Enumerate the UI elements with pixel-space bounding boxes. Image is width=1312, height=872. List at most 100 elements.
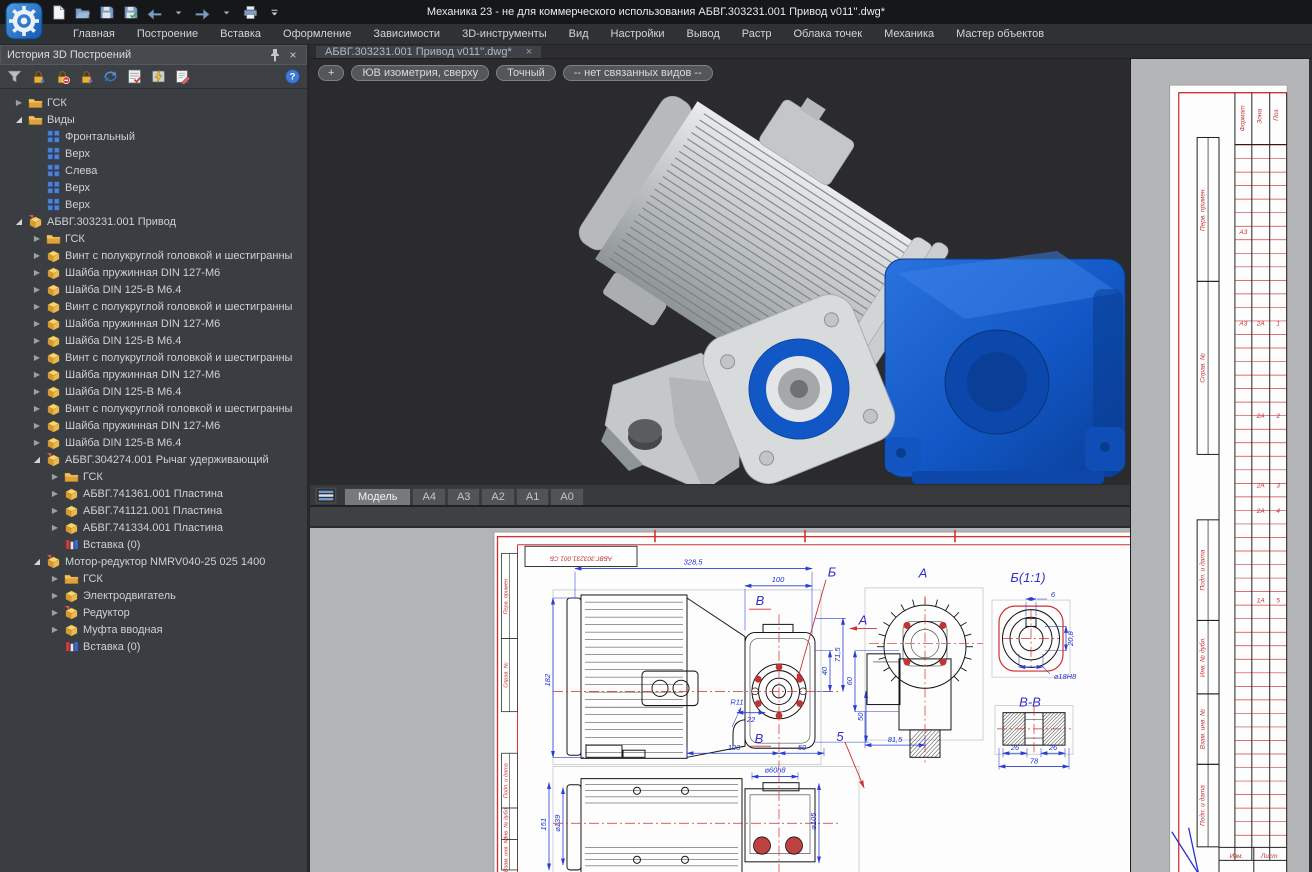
lightning-icon[interactable] <box>150 68 167 85</box>
open-file-icon[interactable] <box>72 2 92 22</box>
menu-item-1[interactable]: Главная <box>62 24 126 45</box>
layout-tab-А2[interactable]: А2 <box>481 488 514 505</box>
tree-item-8[interactable]: ◢АБВГ.303231.001 Привод <box>0 213 307 230</box>
customize-icon[interactable] <box>264 2 284 22</box>
expand-arrow-icon[interactable]: ▶ <box>10 98 28 107</box>
help-icon[interactable]: ? <box>284 68 301 85</box>
expand-arrow-icon[interactable]: ▶ <box>46 625 64 634</box>
save-all-icon[interactable] <box>120 2 140 22</box>
tree-item-27[interactable]: Вставка (0) <box>0 536 307 553</box>
tree-item-5[interactable]: Слева <box>0 162 307 179</box>
expand-arrow-icon[interactable]: ▶ <box>28 268 46 277</box>
menu-item-8[interactable]: Настройки <box>600 24 676 45</box>
expand-arrow-icon[interactable]: ▶ <box>28 438 46 447</box>
tree-item-20[interactable]: ▶Шайба пружинная DIN 127-М6 <box>0 417 307 434</box>
tree-item-1[interactable]: ▶ГСК <box>0 94 307 111</box>
tree-item-13[interactable]: ▶Винт с полукруглой головкой и шестигран… <box>0 298 307 315</box>
undo-more-icon[interactable] <box>168 2 188 22</box>
tree-item-28[interactable]: ◢Мотор-редуктор NMRV040-25 025 1400 <box>0 553 307 570</box>
expand-arrow-icon[interactable]: ▶ <box>28 234 46 243</box>
tree-item-11[interactable]: ▶Шайба пружинная DIN 127-М6 <box>0 264 307 281</box>
3d-model-view[interactable] <box>310 59 1130 484</box>
tab-close-icon[interactable]: × <box>526 46 532 58</box>
expand-arrow-icon[interactable]: ▶ <box>28 302 46 311</box>
tree-item-9[interactable]: ▶ГСК <box>0 230 307 247</box>
viewport-splitter[interactable] <box>310 505 1130 528</box>
layout-tab-А3[interactable]: А3 <box>447 488 480 505</box>
tree-item-18[interactable]: ▶Шайба DIN 125-В М6.4 <box>0 383 307 400</box>
layout-tab-А1[interactable]: А1 <box>516 488 549 505</box>
collapse-arrow-icon[interactable]: ◢ <box>28 455 46 464</box>
expand-arrow-icon[interactable]: ▶ <box>28 370 46 379</box>
menu-item-4[interactable]: Оформление <box>272 24 362 45</box>
tree-item-16[interactable]: ▶Винт с полукруглой головкой и шестигран… <box>0 349 307 366</box>
menu-item-3[interactable]: Вставка <box>209 24 272 45</box>
layout-tab-Модель[interactable]: Модель <box>344 488 411 505</box>
tree-item-29[interactable]: ▶ГСК <box>0 570 307 587</box>
tree-item-32[interactable]: ▶Муфта вводная <box>0 621 307 638</box>
document-tab[interactable]: АБВГ.303231.001 Привод v011''.dwg* × <box>315 45 542 58</box>
undo-icon[interactable] <box>144 2 164 22</box>
expand-arrow-icon[interactable]: ▶ <box>46 591 64 600</box>
new-file-icon[interactable] <box>48 2 68 22</box>
viewport-2d[interactable]: Перв. примен.Справ. №Подп. и датаИнв. № … <box>310 528 1130 872</box>
tree-item-12[interactable]: ▶Шайба DIN 125-В М6.4 <box>0 281 307 298</box>
expand-arrow-icon[interactable]: ▶ <box>46 506 64 515</box>
tree-item-19[interactable]: ▶Винт с полукруглой головкой и шестигран… <box>0 400 307 417</box>
expand-arrow-icon[interactable]: ▶ <box>28 387 46 396</box>
sync-icon[interactable] <box>102 68 119 85</box>
lock-down-icon[interactable] <box>30 68 47 85</box>
tree-item-7[interactable]: Верх <box>0 196 307 213</box>
expand-arrow-icon[interactable]: ▶ <box>46 472 64 481</box>
close-icon[interactable]: × <box>286 48 300 62</box>
expand-arrow-icon[interactable]: ▶ <box>28 285 46 294</box>
save-icon[interactable] <box>96 2 116 22</box>
tree-item-33[interactable]: Вставка (0) <box>0 638 307 655</box>
lock-up-icon[interactable] <box>78 68 95 85</box>
tree-item-25[interactable]: ▶АБВГ.741121.001 Пластина <box>0 502 307 519</box>
tree-item-31[interactable]: ▶Редуктор <box>0 604 307 621</box>
menu-item-11[interactable]: Облака точек <box>783 24 874 45</box>
menu-item-5[interactable]: Зависимости <box>362 24 451 45</box>
layout-tab-А0[interactable]: А0 <box>550 488 583 505</box>
print-icon[interactable] <box>240 2 260 22</box>
layout-tab-А4[interactable]: А4 <box>412 488 445 505</box>
expand-arrow-icon[interactable]: ▶ <box>46 608 64 617</box>
menu-item-9[interactable]: Вывод <box>675 24 730 45</box>
tree-item-30[interactable]: ▶Электродвигатель <box>0 587 307 604</box>
expand-arrow-icon[interactable]: ▶ <box>46 574 64 583</box>
tree-item-17[interactable]: ▶Шайба пружинная DIN 127-М6 <box>0 366 307 383</box>
expand-arrow-icon[interactable]: ▶ <box>28 319 46 328</box>
viewport-plus-button[interactable]: + <box>318 65 344 81</box>
redo-icon[interactable] <box>192 2 212 22</box>
menu-item-6[interactable]: 3D-инструменты <box>451 24 558 45</box>
expand-arrow-icon[interactable]: ▶ <box>28 421 46 430</box>
tree-item-6[interactable]: Верх <box>0 179 307 196</box>
tree-item-15[interactable]: ▶Шайба DIN 125-В М6.4 <box>0 332 307 349</box>
collapse-arrow-icon[interactable]: ◢ <box>10 217 28 226</box>
tree-item-14[interactable]: ▶Шайба пружинная DIN 127-М6 <box>0 315 307 332</box>
collapse-arrow-icon[interactable]: ◢ <box>28 557 46 566</box>
specification-pane[interactable]: ФорматЗонаПоз.Перв. примен.Справ. №Подп.… <box>1130 59 1309 872</box>
checklist-icon[interactable] <box>126 68 143 85</box>
tree-item-3[interactable]: Фронтальный <box>0 128 307 145</box>
visual-style-button[interactable]: Точный <box>496 65 556 81</box>
menu-item-2[interactable]: Построение <box>126 24 209 45</box>
tree-item-10[interactable]: ▶Винт с полукруглой головкой и шестигран… <box>0 247 307 264</box>
app-logo-icon[interactable] <box>5 2 43 40</box>
tree-item-26[interactable]: ▶АБВГ.741334.001 Пластина <box>0 519 307 536</box>
pin-icon[interactable] <box>268 48 282 62</box>
menu-item-13[interactable]: Мастер объектов <box>945 24 1055 45</box>
tree-item-23[interactable]: ▶ГСК <box>0 468 307 485</box>
specification-sheet-canvas[interactable]: ФорматЗонаПоз.Перв. примен.Справ. №Подп.… <box>1131 59 1309 872</box>
expand-arrow-icon[interactable]: ▶ <box>46 523 64 532</box>
filter-icon[interactable] <box>6 68 23 85</box>
expand-arrow-icon[interactable]: ▶ <box>46 489 64 498</box>
tree-item-4[interactable]: Верх <box>0 145 307 162</box>
edit-form-icon[interactable] <box>174 68 191 85</box>
menu-item-10[interactable]: Растр <box>731 24 783 45</box>
expand-arrow-icon[interactable]: ▶ <box>28 251 46 260</box>
expand-arrow-icon[interactable]: ▶ <box>28 404 46 413</box>
view-orientation-button[interactable]: ЮВ изометрия, сверху <box>351 65 489 81</box>
tree-item-24[interactable]: ▶АБВГ.741361.001 Пластина <box>0 485 307 502</box>
